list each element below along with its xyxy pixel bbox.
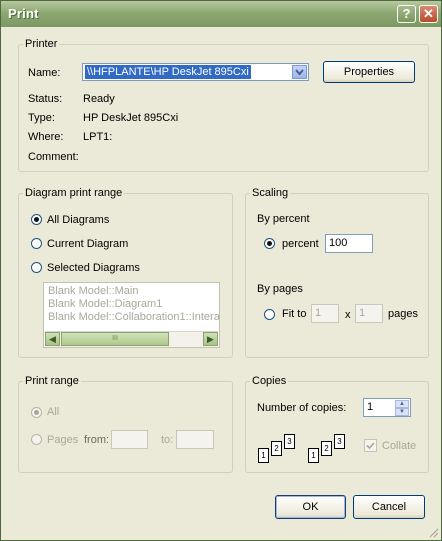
current-diagram-label[interactable]: Current Diagram — [47, 238, 128, 250]
percent-input[interactable]: 100 — [325, 234, 373, 253]
fit-to-label[interactable]: Fit to — [282, 308, 306, 320]
page-icon: 1 — [258, 448, 269, 463]
scroll-grip: III — [112, 335, 118, 342]
to-label: to: — [161, 434, 174, 446]
copies-label: Copies — [252, 375, 287, 387]
name-label: Name: — [28, 67, 61, 79]
collate-checkbox[interactable] — [364, 439, 377, 452]
printer-group-label: Printer — [25, 38, 58, 50]
fit-width-input[interactable]: 1 — [311, 304, 339, 323]
radio-all-diagrams[interactable] — [31, 214, 42, 225]
radio-current-diagram[interactable] — [31, 238, 42, 249]
radio-fit-to[interactable] — [264, 309, 275, 320]
selected-diagrams-label[interactable]: Selected Diagrams — [47, 262, 140, 274]
print-range-label: Print range — [25, 375, 79, 387]
cancel-button[interactable]: Cancel — [353, 495, 425, 519]
copies-spinner[interactable]: 1 ▲ ▼ — [363, 398, 411, 417]
pages-label: pages — [388, 308, 418, 320]
properties-button-label: Properties — [343, 66, 395, 78]
resize-grip[interactable] — [427, 526, 439, 538]
cancel-button-label: Cancel — [371, 501, 407, 513]
number-of-copies-label: Number of copies: — [257, 402, 347, 414]
copies-group: Copies — [245, 375, 429, 473]
page-icon: 1 — [308, 448, 319, 463]
ok-button-label: OK — [302, 501, 319, 513]
radio-range-pages[interactable] — [31, 434, 42, 445]
radio-selected-diagrams[interactable] — [31, 262, 42, 273]
collate-label: Collate — [382, 440, 417, 452]
help-button[interactable]: ? — [397, 5, 416, 23]
spin-down-icon[interactable]: ▼ — [395, 408, 409, 416]
close-button[interactable]: ✕ — [419, 5, 438, 23]
list-item[interactable]: Blank Model::Main — [48, 285, 139, 297]
radio-range-all[interactable] — [31, 407, 42, 418]
x-label: x — [345, 309, 351, 321]
check-icon — [366, 442, 375, 450]
properties-button[interactable]: Properties — [323, 61, 415, 83]
scroll-left-icon[interactable]: ◀ — [45, 332, 60, 346]
diagram-range-label: Diagram print range — [25, 187, 123, 199]
page-icon: 2 — [271, 441, 282, 456]
print-dialog: Print ? ✕ Printer Name: \\HFPLANTE\HP De… — [0, 0, 442, 541]
horizontal-scrollbar[interactable]: ◀ III ▶ — [45, 331, 218, 347]
window-title: Print — [8, 6, 39, 21]
copies-value: 1 — [367, 401, 374, 413]
status-label: Status: — [28, 93, 63, 105]
spin-up-icon[interactable]: ▲ — [395, 400, 409, 408]
printer-group: Printer — [18, 38, 429, 172]
diagram-list[interactable]: Blank Model::Main Blank Model::Diagram1 … — [43, 282, 220, 348]
page-icon: 3 — [334, 434, 345, 449]
percent-value: 100 — [329, 237, 348, 249]
range-pages-label: Pages — [47, 434, 79, 446]
percent-label[interactable]: percent — [282, 238, 319, 250]
chevron-down-icon[interactable] — [292, 65, 307, 79]
all-diagrams-label[interactable]: All Diagrams — [47, 214, 109, 226]
print-range-group: Print range — [18, 375, 233, 473]
scroll-thumb[interactable]: III — [61, 332, 169, 346]
title-bar[interactable]: Print ? ✕ — [1, 1, 441, 27]
type-value: HP DeskJet 895Cxi — [83, 112, 179, 124]
status-value: Ready — [83, 93, 115, 105]
ok-button[interactable]: OK — [275, 495, 346, 519]
scaling-label: Scaling — [252, 187, 289, 199]
printer-name-select[interactable]: \\HFPLANTE\HP DeskJet 895Cxi — [82, 63, 309, 81]
fit-width-value: 1 — [315, 307, 322, 319]
to-input[interactable] — [176, 430, 214, 449]
comment-label: Comment: — [28, 151, 79, 163]
fit-height-input[interactable]: 1 — [355, 304, 383, 323]
where-label: Where: — [28, 131, 64, 143]
from-input[interactable] — [111, 430, 148, 449]
where-value: LPT1: — [83, 131, 113, 143]
page-icon: 2 — [321, 441, 332, 456]
scroll-right-icon[interactable]: ▶ — [203, 332, 218, 346]
from-label: from: — [84, 434, 110, 446]
by-percent-label: By percent — [257, 213, 310, 225]
page-icon: 3 — [284, 434, 295, 449]
printer-name-value: \\HFPLANTE\HP DeskJet 895Cxi — [85, 65, 251, 79]
list-item[interactable]: Blank Model::Collaboration1::Interac — [48, 311, 219, 323]
fit-height-value: 1 — [359, 307, 366, 319]
radio-percent[interactable] — [264, 238, 275, 249]
type-label: Type: — [28, 112, 55, 124]
by-pages-label: By pages — [257, 283, 303, 295]
range-all-label: All — [47, 406, 60, 418]
list-item[interactable]: Blank Model::Diagram1 — [48, 298, 162, 310]
